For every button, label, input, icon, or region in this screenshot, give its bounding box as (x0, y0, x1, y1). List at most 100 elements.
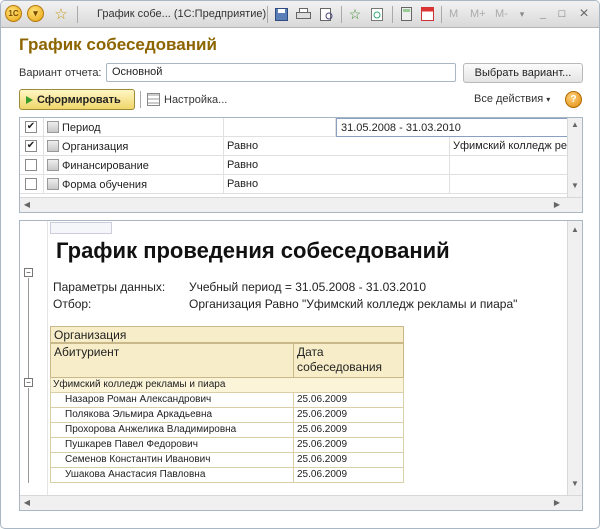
condition-cell[interactable]: Равно (224, 175, 450, 194)
table-row[interactable]: Полякова Эльмира Аркадьевна 25.06.2009 (50, 408, 404, 423)
preview-icon[interactable] (316, 5, 336, 23)
history-icon[interactable] (368, 5, 386, 23)
condition-cell[interactable]: Равно (224, 156, 450, 175)
report-vertical-scrollbar[interactable]: ▲ ▼ (567, 221, 582, 495)
generate-button[interactable]: Сформировать (19, 89, 135, 110)
row-checkbox[interactable]: ✔ (25, 140, 37, 152)
field-name: Организация (62, 141, 129, 153)
memory-plus-button[interactable]: M+ (470, 5, 486, 23)
funnel-icon (47, 159, 59, 171)
scroll-left-icon[interactable]: ◀ (20, 498, 34, 507)
applicant-cell: Пушкарев Павел Федорович (50, 438, 294, 453)
row-checkbox[interactable] (25, 178, 37, 190)
column-header-applicant: Абитуриент (50, 343, 294, 378)
table-row[interactable]: Ушакова Анастасия Павловна 25.06.2009 (50, 468, 404, 483)
title-bar: 1С ▾ ☆ График собе... (1С:Предприятие) ☆… (1, 1, 599, 28)
scroll-left-icon[interactable]: ◀ (20, 200, 34, 209)
minimize-button[interactable]: _ (535, 5, 551, 23)
row-checkbox[interactable]: ✔ (25, 121, 37, 133)
maximize-button[interactable]: □ (554, 5, 570, 23)
report-sheet[interactable]: − − График проведения собеседований Пара… (19, 220, 583, 511)
field-name-cell: Форма обучения (44, 175, 224, 194)
field-name: Форма обучения (62, 179, 148, 191)
separator (341, 6, 342, 23)
group-line (28, 278, 29, 386)
add-favorite-icon[interactable]: ☆ (346, 5, 364, 23)
separator (267, 6, 268, 23)
all-actions-menu[interactable]: Все действия ▾ (474, 93, 550, 105)
window-title: График собе... (1С:Предприятие) (97, 8, 267, 20)
all-actions-label: Все действия (474, 93, 544, 105)
table-row[interactable]: Семенов Константин Иванович 25.06.2009 (50, 453, 404, 468)
memory-minus-button[interactable]: M- (495, 5, 508, 23)
scroll-up-icon[interactable]: ▲ (568, 225, 582, 234)
field-name-cell: Организация (44, 137, 224, 156)
chevron-down-icon: ▾ (546, 95, 551, 104)
collapse-icon[interactable]: − (24, 268, 33, 277)
condition-cell (224, 118, 336, 137)
column-header-date: Дата собеседования (293, 343, 404, 378)
report-title: График проведения собеседований (56, 238, 450, 263)
params-value: Учебный период = 31.05.2008 - 31.03.2010 (189, 280, 426, 294)
memory-m-button[interactable]: M (449, 5, 458, 23)
group-row: Уфимский колледж рекламы и пиара (50, 378, 404, 393)
date-cell: 25.06.2009 (293, 468, 404, 483)
funnel-icon (47, 178, 59, 190)
date-cell: 25.06.2009 (293, 438, 404, 453)
gear-icon (147, 93, 160, 106)
scroll-up-icon[interactable]: ▲ (568, 120, 582, 129)
filter-label: Отбор: (53, 297, 92, 311)
row-checkbox[interactable] (25, 159, 37, 171)
grid-row[interactable]: Финансирование Равно (20, 156, 568, 175)
help-icon[interactable]: ? (565, 91, 582, 108)
funnel-icon (47, 140, 59, 152)
date-cell: 25.06.2009 (293, 453, 404, 468)
value-cell[interactable] (450, 156, 568, 175)
table-row[interactable]: Прохорова Анжелика Владимировна 25.06.200… (50, 423, 404, 438)
condition-cell[interactable]: Равно (224, 137, 450, 156)
variant-field[interactable]: Основной (106, 63, 456, 82)
scroll-right-icon[interactable]: ▶ (550, 498, 564, 507)
separator (140, 91, 141, 108)
star-icon[interactable]: ☆ (51, 5, 71, 23)
calculator-icon[interactable] (398, 5, 414, 23)
scroll-down-icon[interactable]: ▼ (568, 479, 582, 488)
table-row[interactable]: Пушкарев Павел Федорович 25.06.2009 (50, 438, 404, 453)
generate-icon (26, 95, 33, 104)
applicant-cell: Ушакова Анастасия Павловна (50, 468, 294, 483)
scroll-down-icon[interactable]: ▼ (568, 181, 582, 190)
applicant-cell: Прохорова Анжелика Владимировна (50, 423, 294, 438)
field-name: Финансирование (62, 160, 149, 172)
value-cell[interactable] (450, 175, 568, 194)
field-name-cell: Финансирование (44, 156, 224, 175)
field-name-cell: Период (44, 118, 224, 137)
close-button[interactable]: × (575, 5, 593, 23)
grid-vertical-scrollbar[interactable]: ▲ ▼ (567, 118, 582, 197)
save-icon[interactable] (272, 5, 290, 23)
date-cell: 25.06.2009 (293, 423, 404, 438)
scroll-right-icon[interactable]: ▶ (550, 200, 564, 209)
form-caption: График собеседований (19, 35, 217, 54)
print-icon[interactable] (293, 5, 313, 23)
menu-icon[interactable]: ▾ (27, 5, 44, 22)
variant-label: Вариант отчета: (19, 67, 102, 79)
settings-grid: ✔ Период 31.05.2008 - 31.03.2010 ✔ Орган… (19, 117, 583, 213)
value-cell[interactable]: 31.05.2008 - 31.03.2010 (336, 118, 568, 137)
report-horizontal-scrollbar[interactable]: ◀ ▶ (20, 495, 582, 510)
app-logo-icon[interactable]: 1С (5, 5, 22, 22)
toolbar-dropdown-icon[interactable]: ▾ (516, 5, 528, 23)
value-cell[interactable]: Уфимский колледж ре (450, 137, 568, 156)
table-row[interactable]: Назаров Роман Александрович 25.06.2009 (50, 393, 404, 408)
applicant-cell: Назаров Роман Александрович (50, 393, 294, 408)
collapse-icon[interactable]: − (24, 378, 33, 387)
grid-row[interactable]: ✔ Организация Равно Уфимский колледж ре (20, 137, 568, 156)
generate-label: Сформировать (37, 93, 121, 106)
calendar-icon[interactable] (419, 5, 435, 23)
grid-horizontal-scrollbar[interactable]: ◀ ▶ (20, 197, 582, 212)
settings-button[interactable]: Настройка... (147, 93, 227, 106)
grid-row[interactable]: Форма обучения Равно (20, 175, 568, 194)
group-line (28, 388, 29, 483)
choose-variant-button[interactable]: Выбрать вариант... (463, 63, 583, 83)
group-gutter: − − (20, 221, 48, 496)
grid-row[interactable]: ✔ Период 31.05.2008 - 31.03.2010 (20, 118, 568, 137)
